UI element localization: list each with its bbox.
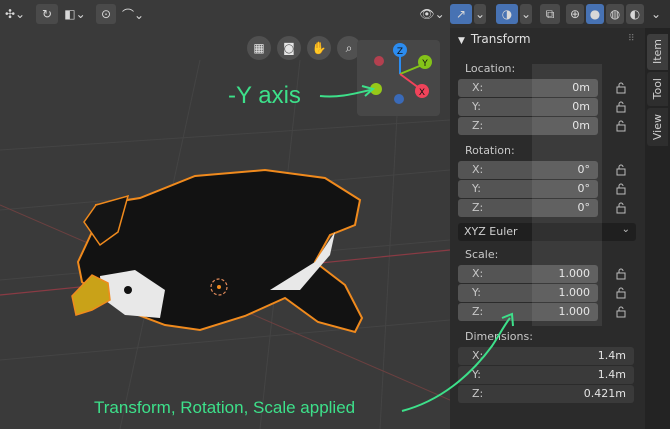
axis-label: Y:: [472, 182, 481, 195]
value-highlight-overlay: [532, 64, 602, 326]
drag-handle-icon[interactable]: ⠿: [628, 34, 635, 44]
axis-label: Y:: [472, 286, 481, 299]
viewport-shading-header: 👁⌄ ↗ ⌄ ◑ ⌄ ⧉ ⊕ ● ◍ ◐ ⌄: [416, 0, 670, 28]
field-value: 1.4m: [597, 368, 626, 381]
shading-dropdown-icon[interactable]: ⌄: [648, 4, 664, 24]
falloff-curve-icon[interactable]: ⌒⌄: [118, 4, 148, 24]
gizmo-y-label: Y: [421, 59, 428, 69]
material-shading-icon[interactable]: ◍: [606, 4, 624, 24]
tab-tool[interactable]: Tool: [647, 72, 668, 106]
axis-label: Z:: [472, 119, 484, 132]
gizmo-x-label: X: [419, 88, 425, 98]
chevron-down-icon: ⌄: [621, 224, 630, 235]
falloff-icon[interactable]: ⊙: [96, 4, 116, 24]
annotation-arrow-2: [401, 312, 514, 412]
axis-label: Z:: [472, 201, 484, 214]
transform-panel-header[interactable]: ▼ Transform: [458, 32, 531, 46]
rendered-shading-icon[interactable]: ◐: [626, 4, 644, 24]
xray-icon[interactable]: ⧉: [540, 4, 560, 24]
overlay-dropdown-icon[interactable]: ⌄: [520, 4, 532, 24]
camera-icon[interactable]: ◙: [277, 36, 301, 60]
tab-label: Tool: [651, 78, 664, 100]
annotation-arrow-1: [319, 85, 376, 98]
transform-title: Transform: [470, 32, 531, 46]
gizmo-dropdown-icon[interactable]: ⌄: [474, 4, 486, 24]
rotation-label: Rotation:: [465, 144, 515, 157]
tab-label: View: [651, 113, 664, 141]
grid-view-icon[interactable]: ▦: [247, 36, 271, 60]
gizmo-axes[interactable]: Z Y X: [355, 38, 445, 118]
tab-item[interactable]: Item: [647, 34, 668, 70]
annotation-axis: -Y axis: [228, 82, 301, 109]
gizmo-icon[interactable]: ↗: [450, 4, 472, 24]
penguin-object: [71, 168, 364, 334]
orbit-icon[interactable]: ✣⌄: [2, 4, 28, 24]
sidebar-panel: ▼ Transform ⠿ Location: X: 0m Y: 0m Z: 0m Ro…: [401, 28, 645, 429]
field-value: 0.421m: [583, 387, 626, 400]
lock-icon[interactable]: [615, 306, 627, 318]
lock-icon[interactable]: [615, 120, 627, 132]
lock-icon[interactable]: [615, 101, 627, 113]
lock-icon[interactable]: [615, 202, 627, 214]
lock-icon[interactable]: [615, 183, 627, 195]
lock-icon[interactable]: [615, 82, 627, 94]
solid-shading-icon[interactable]: ●: [586, 4, 604, 24]
viewport-header: ✣⌄ ↻ ◧⌄ ⊙ ⌒⌄: [0, 0, 450, 28]
proportional-icon[interactable]: ◧⌄: [60, 4, 90, 24]
lock-icon[interactable]: [615, 287, 627, 299]
field-value: 1.4m: [597, 349, 626, 362]
lock-icon[interactable]: [615, 268, 627, 280]
3d-viewport[interactable]: ✣⌄ ↻ ◧⌄ ⊙ ⌒⌄ ▦ ◙ ✋ ⌕ Z Y X -Y axis Trans…: [0, 0, 450, 429]
visibility-icon[interactable]: 👁⌄: [416, 4, 448, 24]
wireframe-shading-icon[interactable]: ⊕: [566, 4, 584, 24]
overlay-icon[interactable]: ◑: [496, 4, 518, 24]
scale-label: Scale:: [465, 248, 499, 261]
snap-icon[interactable]: ↻: [36, 4, 58, 24]
axis-label: Y:: [472, 100, 481, 113]
sidebar-tabs: Item Tool View: [645, 28, 670, 429]
location-label: Location:: [465, 62, 516, 75]
tab-label: Item: [651, 39, 664, 65]
annotation-applied: Transform, Rotation, Scale applied: [94, 398, 356, 417]
rotation-mode-value: XYZ Euler: [464, 225, 518, 238]
tab-view[interactable]: View: [647, 108, 668, 146]
collapse-icon[interactable]: ▼: [458, 36, 465, 46]
axis-label: X:: [472, 163, 484, 176]
gizmo-z-label: Z: [397, 47, 403, 57]
axis-label: X:: [472, 267, 484, 280]
lock-icon[interactable]: [615, 164, 627, 176]
hand-icon[interactable]: ✋: [307, 36, 331, 60]
axis-label: X:: [472, 81, 484, 94]
